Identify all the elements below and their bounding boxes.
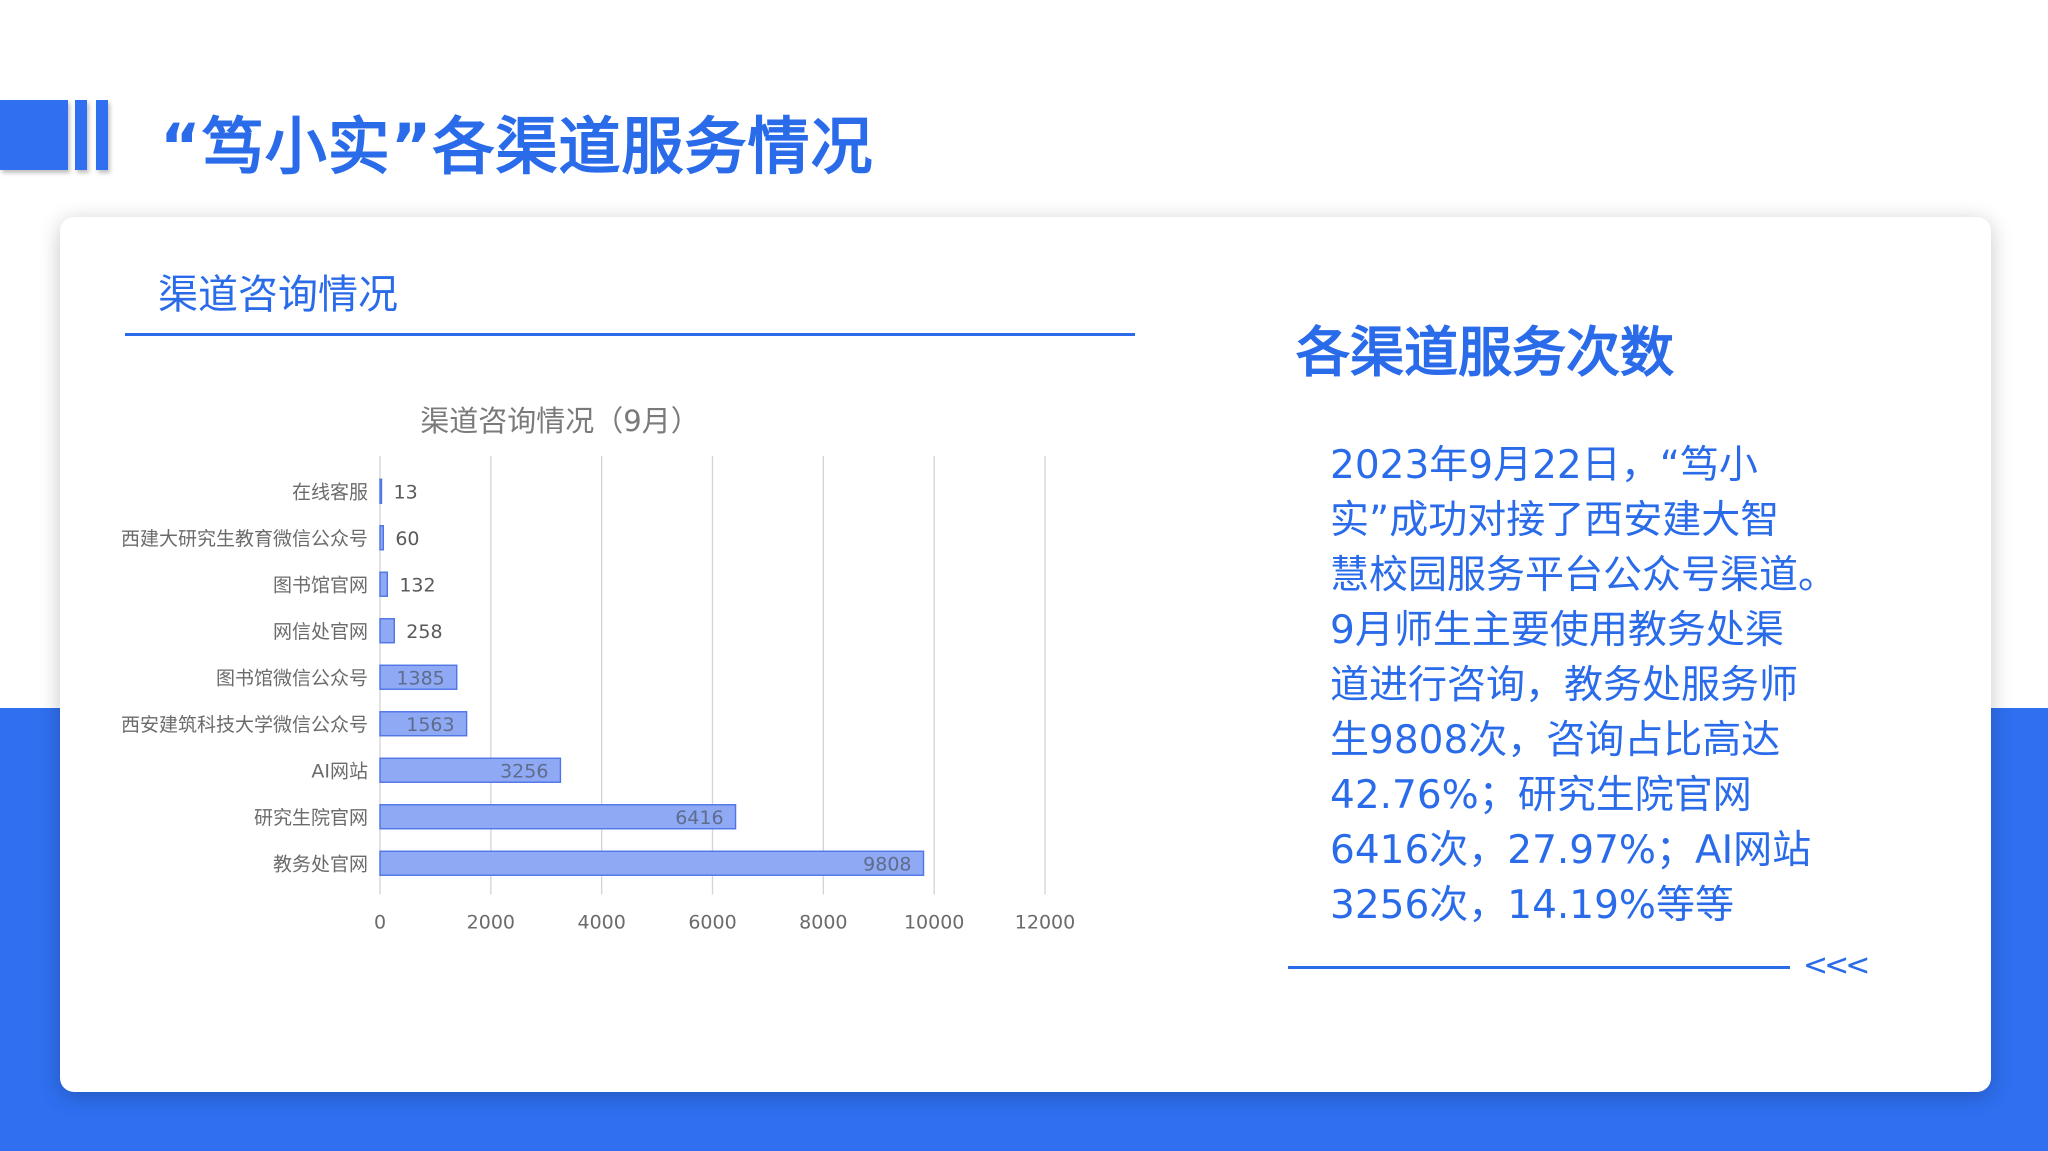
- category-label: AI网站: [311, 760, 368, 782]
- data-label: 132: [399, 574, 435, 596]
- description-line: 42.76%；研究生院官网: [1330, 773, 1752, 818]
- category-label: 网信处官网: [273, 621, 368, 643]
- chart-svg: 渠道咨询情况（9月） 0 2000 4000 6000 8000 10000 12000 在线客…: [121, 404, 1075, 934]
- description-text: 2023年9月22日，“笃小 实”成功对接了西安建大智 慧校园服务平台公众号渠道…: [1330, 438, 1838, 933]
- title-decoration-stripe: [75, 100, 87, 170]
- description-line: 道进行咨询，教务处服务师: [1330, 663, 1799, 708]
- bar: [379, 850, 925, 876]
- page-title: “笃小实”各渠道服务情况: [160, 110, 874, 183]
- description-line: 实”成功对接了西安建大智: [1330, 498, 1780, 543]
- right-heading: 各渠道服务次数: [1296, 321, 1674, 384]
- data-label: 9808: [863, 853, 911, 875]
- chart-title: 渠道咨询情况（9月）: [420, 404, 699, 438]
- chevron-left-icon: <<<: [1803, 948, 1870, 983]
- category-label: 西建大研究生教育微信公众号: [121, 528, 368, 550]
- section-divider: [125, 333, 1135, 336]
- category-label: 教务处官网: [273, 853, 368, 875]
- bottom-divider: [1288, 966, 1790, 969]
- category-label: 研究生院官网: [254, 807, 368, 829]
- description-line: 2023年9月22日，“笃小: [1330, 443, 1758, 488]
- section-title: 渠道咨询情况: [158, 272, 398, 318]
- description-line: 9月师生主要使用教务处渠: [1330, 608, 1784, 653]
- data-label: 258: [406, 621, 442, 643]
- bar: [379, 525, 385, 551]
- data-label: 3256: [500, 760, 548, 782]
- x-tick-label: 8000: [799, 912, 847, 934]
- x-tick-label: 2000: [467, 912, 515, 934]
- category-label: 在线客服: [292, 481, 368, 503]
- category-label: 图书馆微信公众号: [216, 667, 368, 689]
- data-label: 60: [395, 528, 419, 550]
- description-line: 6416次，27.97%；AI网站: [1330, 828, 1812, 873]
- title-decoration-stripe: [96, 100, 108, 170]
- title-decoration-block: [0, 100, 68, 170]
- description-line: 生9808次，咨询占比高达: [1330, 718, 1781, 763]
- x-tick-label: 0: [374, 912, 386, 934]
- data-label: 1563: [406, 714, 454, 736]
- channel-consultation-chart: 渠道咨询情况（9月） 0 2000 4000 6000 8000 10000 12000 在线客…: [100, 385, 1120, 945]
- data-label: 6416: [675, 807, 723, 829]
- bar: [379, 618, 395, 644]
- bar: [379, 478, 383, 504]
- x-tick-label: 4000: [577, 912, 625, 934]
- data-label: 1385: [396, 667, 444, 689]
- category-label: 西安建筑科技大学微信公众号: [121, 714, 368, 736]
- x-tick-label: 10000: [904, 912, 964, 934]
- x-tick-label: 12000: [1015, 912, 1075, 934]
- description-line: 慧校园服务平台公众号渠道。: [1330, 553, 1838, 598]
- x-tick-label: 6000: [688, 912, 736, 934]
- category-label: 图书馆官网: [273, 574, 368, 596]
- data-label: 13: [394, 481, 418, 503]
- description-line: 3256次，14.19%等等: [1330, 883, 1734, 928]
- bar: [379, 571, 389, 597]
